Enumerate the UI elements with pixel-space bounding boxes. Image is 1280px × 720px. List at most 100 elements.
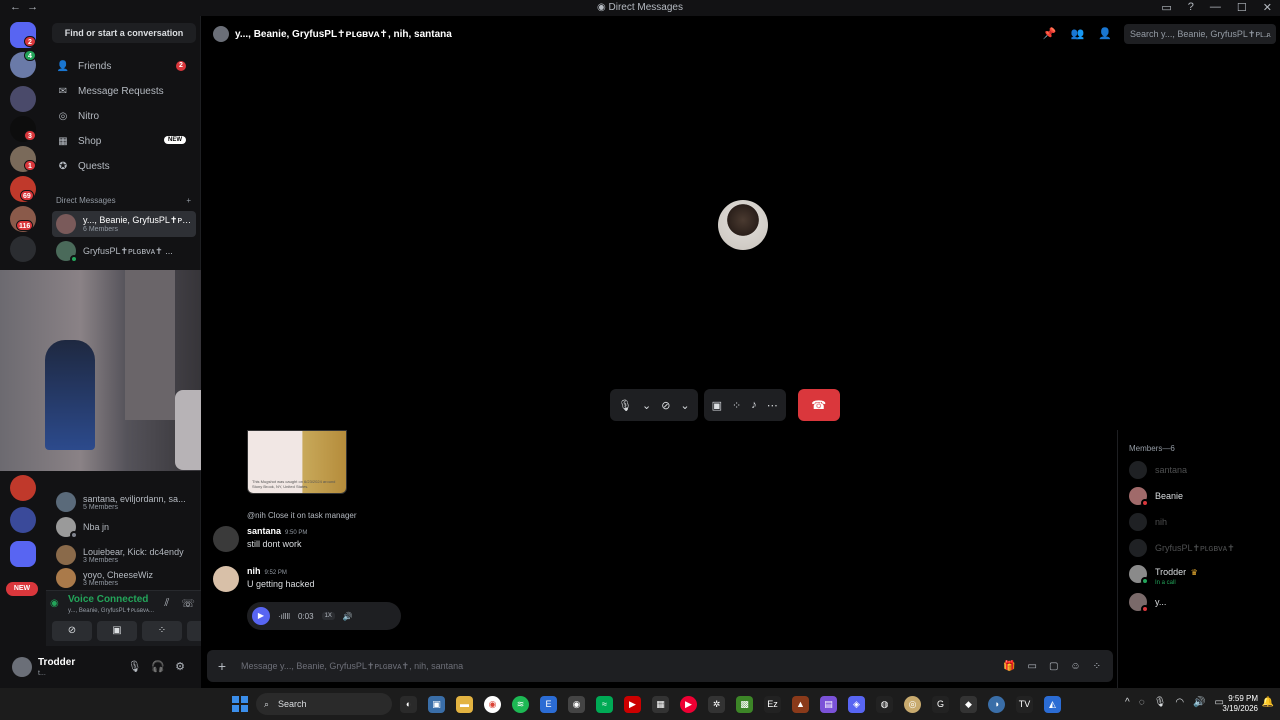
- volume-icon[interactable]: 🔊: [1193, 697, 1205, 708]
- server-icon[interactable]: [10, 86, 36, 112]
- editor-icon[interactable]: E: [540, 696, 557, 713]
- end-call-button[interactable]: ☎: [797, 389, 840, 421]
- nav-message-requests[interactable]: ✉ Message Requests: [52, 80, 196, 102]
- controller-icon[interactable]: ◈: [848, 696, 865, 713]
- server-icon[interactable]: [10, 507, 36, 533]
- dm-item[interactable]: santana, eviljordann, sa... 5 Members: [52, 489, 196, 515]
- game-icon[interactable]: ▲: [792, 696, 809, 713]
- start-button[interactable]: [232, 696, 248, 712]
- add-friends-icon[interactable]: 👥: [1071, 27, 1085, 40]
- wifi-icon[interactable]: ◠: [1175, 697, 1184, 708]
- member-item[interactable]: y...: [1129, 592, 1166, 613]
- settings-gear-icon[interactable]: ⚙: [175, 660, 185, 673]
- playback-speed-button[interactable]: 1X: [321, 612, 335, 620]
- chevron-down-icon[interactable]: ⌄: [680, 399, 689, 412]
- signal-icon[interactable]: ◉: [50, 598, 59, 609]
- soundboard-icon[interactable]: ♪: [751, 399, 757, 411]
- clock[interactable]: 9:59 PM 3/19/2026: [1222, 694, 1258, 714]
- avatar[interactable]: [12, 657, 32, 677]
- maximize-button[interactable]: ☐: [1237, 1, 1247, 14]
- image-attachment[interactable]: This Mugshot was caught on 6/23/2024 aro…: [247, 430, 347, 494]
- add-attachment-icon[interactable]: +: [207, 658, 237, 674]
- screen-share-icon[interactable]: ▣: [712, 399, 722, 412]
- photos-icon[interactable]: ▣: [428, 696, 445, 713]
- chevron-up-icon[interactable]: ^: [1125, 697, 1130, 708]
- chevron-down-icon[interactable]: ⌄: [642, 399, 651, 412]
- app-icon[interactable]: ◆: [960, 696, 977, 713]
- mic-icon[interactable]: 🎙: [618, 399, 632, 412]
- member-item[interactable]: nih: [1129, 512, 1167, 532]
- headphones-icon[interactable]: 🎧: [151, 660, 165, 673]
- dm-item[interactable]: Nba jn: [52, 514, 196, 540]
- gif-icon[interactable]: ▭: [1027, 661, 1036, 672]
- create-dm-button[interactable]: +: [186, 196, 191, 205]
- spotify-icon[interactable]: ≋: [512, 696, 529, 713]
- disconnect-icon[interactable]: ☏: [181, 597, 195, 610]
- minecraft-icon[interactable]: ▩: [736, 696, 753, 713]
- new-unreads-pill[interactable]: NEW: [6, 582, 38, 596]
- app-icon[interactable]: ≈: [596, 696, 613, 713]
- search-input[interactable]: Search y..., Beanie, GryfusPL✝ᴘʟ... ⌕: [1124, 24, 1276, 44]
- app-icon[interactable]: ◭: [1044, 696, 1061, 713]
- pin-icon[interactable]: 📌: [1043, 27, 1057, 40]
- mic-icon[interactable]: 🎙: [127, 660, 141, 673]
- member-item[interactable]: Trodder ♛ In a call: [1129, 564, 1198, 586]
- settings-icon[interactable]: ✲: [708, 696, 725, 713]
- inbox-icon[interactable]: ▭: [1161, 1, 1171, 14]
- mic-icon[interactable]: 🎙: [1154, 697, 1167, 708]
- nav-shop[interactable]: ▦ Shop NEW: [52, 130, 196, 152]
- help-icon[interactable]: ?: [1188, 1, 1194, 14]
- username[interactable]: Trodder: [38, 657, 75, 668]
- apps-icon[interactable]: ⁘: [1093, 661, 1101, 672]
- sticker-icon[interactable]: ▢: [1049, 661, 1058, 672]
- ez-icon[interactable]: Ez: [764, 696, 781, 713]
- gift-icon[interactable]: 🎁: [1003, 661, 1015, 672]
- folder-icon[interactable]: [10, 541, 36, 567]
- participant-avatar[interactable]: [718, 200, 768, 250]
- message-author[interactable]: nih: [247, 566, 261, 576]
- message-author[interactable]: santana: [247, 526, 281, 536]
- find-conversation-button[interactable]: Find or start a conversation: [52, 23, 196, 43]
- dm-item[interactable]: Louiebear, Kick: dc4endy 3 Members: [52, 542, 196, 568]
- activities-icon[interactable]: ⁘: [732, 399, 741, 412]
- media-icon[interactable]: ▶: [624, 696, 641, 713]
- player-icon[interactable]: ▶: [680, 696, 697, 713]
- voice-status[interactable]: Voice Connected: [68, 594, 148, 605]
- calculator-icon[interactable]: ▦: [652, 696, 669, 713]
- member-list-icon[interactable]: 👤: [1098, 27, 1112, 40]
- emoji-icon[interactable]: ☺: [1070, 661, 1080, 672]
- nav-nitro[interactable]: ◎ Nitro: [52, 105, 196, 127]
- noise-suppression-icon[interactable]: ⫽: [164, 597, 169, 610]
- play-icon[interactable]: ▶: [252, 607, 270, 625]
- tradingview-icon[interactable]: TV: [1016, 696, 1033, 713]
- channel-title[interactable]: y..., Beanie, GryfusPL✝ᴘʟɢʙᴠᴀ✝, nih, san…: [235, 29, 452, 40]
- screen-share-icon[interactable]: ▣: [97, 621, 137, 641]
- member-item[interactable]: Beanie: [1129, 486, 1183, 507]
- file-explorer-icon[interactable]: ▬: [456, 696, 473, 713]
- dm-item[interactable]: GryfusPL✝ᴘʟɢʙᴠᴀ✝ ...: [52, 238, 196, 264]
- twitch-icon[interactable]: ▤: [820, 696, 837, 713]
- logitech-icon[interactable]: G: [932, 696, 949, 713]
- camera-off-icon[interactable]: ⊘: [52, 621, 92, 641]
- avatar[interactable]: [213, 526, 239, 552]
- server-icon[interactable]: [10, 475, 36, 501]
- dm-item[interactable]: y..., Beanie, GryfusPL✝ᴘʟɢʙᴠᴀ✝...6 Membe…: [52, 211, 196, 237]
- volume-icon[interactable]: 🔊: [343, 612, 353, 621]
- discord-icon[interactable]: ◉: [568, 696, 585, 713]
- league-icon[interactable]: ◎: [904, 696, 921, 713]
- notification-bell-icon[interactable]: 🔔: [1262, 697, 1274, 708]
- task-view-icon[interactable]: ◐: [400, 696, 417, 713]
- nav-quests[interactable]: ✪ Quests: [52, 155, 196, 177]
- avatar[interactable]: [213, 566, 239, 592]
- nav-friends[interactable]: 👤 Friends 2: [52, 55, 196, 77]
- browser-icon[interactable]: ◑: [988, 696, 1005, 713]
- camera-off-icon[interactable]: ⊘: [661, 399, 670, 412]
- close-button[interactable]: ✕: [1263, 1, 1272, 14]
- minimize-button[interactable]: —: [1210, 1, 1221, 14]
- taskbar-search[interactable]: ⌕ Search: [256, 693, 392, 715]
- reply-reference[interactable]: @nih Close it on task manager: [247, 511, 357, 520]
- steam-icon[interactable]: ◍: [876, 696, 893, 713]
- member-item[interactable]: GryfusPL✝ᴘʟɢʙᴠᴀ✝: [1129, 538, 1235, 558]
- member-item[interactable]: santana: [1129, 460, 1187, 480]
- message-input[interactable]: Message y..., Beanie, GryfusPL✝ᴘʟɢʙᴠᴀ✝, …: [237, 661, 1003, 672]
